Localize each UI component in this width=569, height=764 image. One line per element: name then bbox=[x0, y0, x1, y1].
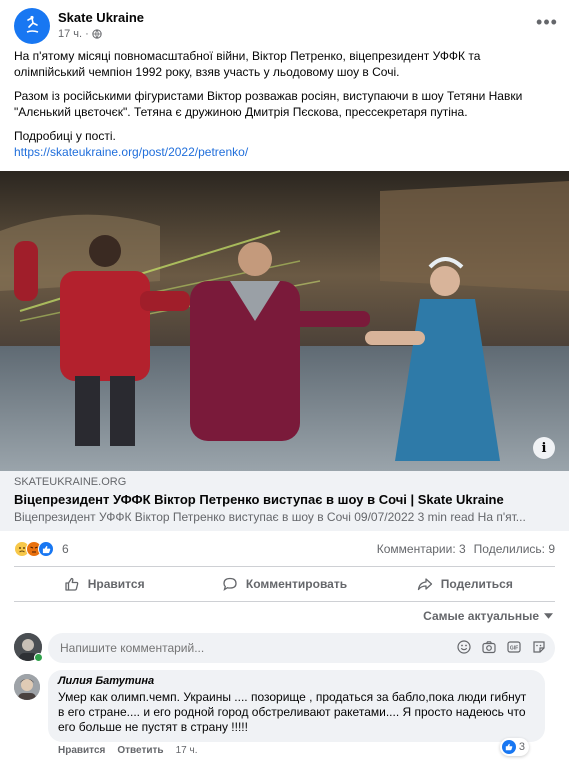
reactions-bar: 6 Комментарии: 3 Поделились: 9 bbox=[14, 539, 555, 559]
post-stats: Комментарии: 3 Поделились: 9 bbox=[377, 542, 555, 556]
composer-tools: GIF bbox=[456, 639, 547, 655]
comment-item: Лилия Батутина Умер как олимп.чемп. Укра… bbox=[14, 670, 555, 764]
comment-label: Комментировать bbox=[245, 577, 348, 591]
svg-text:GIF: GIF bbox=[510, 646, 518, 652]
comment-like-button[interactable]: Нравится bbox=[58, 745, 105, 756]
commenter-avatar[interactable] bbox=[14, 674, 40, 700]
comment-sort-dropdown[interactable]: Самые актуальные bbox=[423, 609, 553, 623]
skater-logo-icon bbox=[26, 15, 39, 33]
comment-reactions[interactable]: 3 bbox=[499, 738, 529, 756]
sort-label: Самые актуальные bbox=[423, 609, 539, 623]
commenter-name[interactable]: Лилия Батутина bbox=[58, 675, 535, 687]
like-reaction-icon bbox=[501, 740, 516, 754]
comment-button[interactable]: Комментировать bbox=[194, 569, 374, 599]
post-time[interactable]: 17 ч. bbox=[58, 28, 82, 40]
comment-reaction-count: 3 bbox=[518, 741, 525, 753]
shares-count[interactable]: Поделились: 9 bbox=[474, 542, 555, 556]
comment-reply-button[interactable]: Ответить bbox=[117, 745, 163, 756]
thumbs-up-icon bbox=[65, 577, 79, 591]
post-meta: 17 ч. · bbox=[58, 28, 102, 40]
more-options-button[interactable]: ••• bbox=[535, 12, 559, 32]
link-description: Віцепрезидент УФФК Віктор Петренко висту… bbox=[14, 510, 526, 524]
online-status-indicator bbox=[34, 653, 43, 662]
post-body: На п'ятому місяці повномасштабної війни,… bbox=[14, 48, 554, 160]
divider bbox=[14, 601, 555, 602]
info-icon: i bbox=[541, 440, 547, 456]
comment-text: Умер как олимп.чемп. Украины .... позори… bbox=[58, 690, 527, 734]
gif-icon[interactable]: GIF bbox=[506, 639, 522, 655]
divider bbox=[14, 566, 555, 567]
page-name[interactable]: Skate Ukraine bbox=[58, 10, 144, 25]
post-paragraph: На п'ятому місяці повномасштабної війни,… bbox=[14, 49, 481, 79]
comments-count[interactable]: Комментарии: 3 bbox=[377, 542, 466, 556]
link-domain: SKATEUKRAINE.ORG bbox=[14, 476, 127, 488]
post-header: Skate Ukraine 17 ч. · ••• bbox=[14, 6, 559, 46]
link-card[interactable]: SKATEUKRAINE.ORG Віцепрезидент УФФК Вікт… bbox=[0, 471, 569, 531]
post-paragraph: Подробиці у пості. bbox=[14, 129, 116, 143]
comment-icon bbox=[223, 577, 237, 591]
like-button[interactable]: Нравится bbox=[14, 569, 194, 599]
more-dots-icon: ••• bbox=[536, 11, 558, 32]
comment-bubble: Лилия Батутина Умер как олимп.чемп. Укра… bbox=[48, 670, 545, 742]
page-avatar[interactable] bbox=[14, 8, 50, 44]
globe-icon bbox=[92, 29, 102, 39]
share-icon bbox=[417, 578, 432, 591]
share-button[interactable]: Поделиться bbox=[375, 569, 555, 599]
ice-show-photo bbox=[0, 171, 569, 471]
camera-icon[interactable] bbox=[481, 639, 497, 655]
post-link[interactable]: https://skateukraine.org/post/2022/petre… bbox=[14, 145, 248, 159]
link-preview-image[interactable]: i bbox=[0, 171, 569, 471]
share-label: Поделиться bbox=[440, 577, 513, 591]
sticker-icon[interactable] bbox=[531, 639, 547, 655]
reaction-icons[interactable] bbox=[14, 541, 54, 557]
post-actions: Нравится Комментировать Поделиться bbox=[14, 569, 555, 599]
caret-down-icon bbox=[544, 613, 553, 619]
comment-composer: GIF bbox=[14, 633, 555, 665]
reaction-count[interactable]: 6 bbox=[62, 542, 69, 556]
like-label: Нравится bbox=[87, 577, 145, 591]
post-paragraph: Разом із російськими фігуристами Віктор … bbox=[14, 89, 523, 119]
emoji-icon[interactable] bbox=[456, 639, 472, 655]
info-button[interactable]: i bbox=[533, 437, 555, 459]
comment-actions: Нравится Ответить 17 ч. bbox=[58, 745, 197, 756]
comment-time[interactable]: 17 ч. bbox=[176, 745, 198, 756]
like-reaction-icon bbox=[38, 541, 54, 557]
link-title: Віцепрезидент УФФК Віктор Петренко висту… bbox=[14, 492, 504, 507]
